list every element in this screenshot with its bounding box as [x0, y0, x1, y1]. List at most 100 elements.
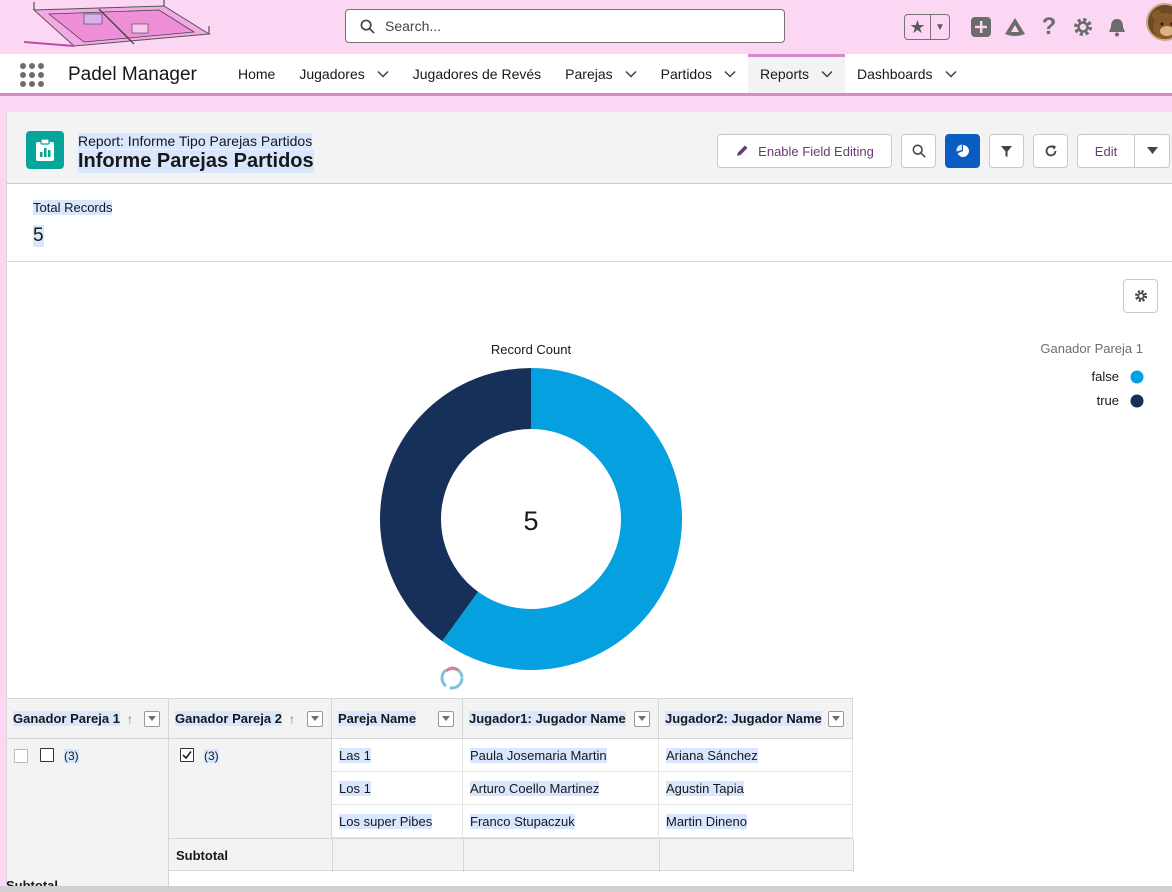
report-card: Report: Informe Tipo Parejas Partidos In… — [6, 112, 1172, 892]
chevron-down-icon[interactable]: ▼ — [931, 15, 949, 39]
cell-jugador1: Franco Stupaczuk — [463, 805, 659, 838]
column-header-jugador2[interactable]: Jugador2: Jugador Name — [659, 699, 853, 738]
nav-item-partidos[interactable]: Partidos — [649, 54, 748, 93]
refresh-button[interactable] — [1033, 134, 1068, 168]
report-totals: Total Records 5 — [7, 185, 1172, 262]
legend-swatch-true[interactable] — [1130, 394, 1144, 408]
table-header: Ganador Pareja 1 ↑ Ganador Pareja 2 ↑ Pare… — [7, 698, 853, 739]
nav-item-jugadores[interactable]: Jugadores — [287, 54, 400, 93]
help-icon[interactable]: ? — [1036, 13, 1062, 40]
search-report-button[interactable] — [901, 134, 936, 168]
nav-item-label: Jugadores — [299, 65, 365, 82]
donut-slice-true[interactable] — [380, 368, 531, 642]
column-header-jugador1[interactable]: Jugador1: Jugador Name — [463, 699, 659, 738]
subtotal-label: Subtotal — [176, 848, 228, 863]
app-launcher-icon[interactable] — [20, 63, 46, 87]
cell-jugador2: Agustin Tapia — [659, 772, 853, 805]
pencil-icon — [737, 145, 748, 156]
nav-item-label: Parejas — [565, 65, 613, 82]
total-records-value: 5 — [33, 225, 44, 247]
favorites-button-group[interactable]: ★ ▼ — [904, 14, 950, 40]
chevron-down-icon[interactable] — [377, 68, 389, 80]
column-menu-icon[interactable] — [144, 711, 160, 727]
nav-item-parejas[interactable]: Parejas — [553, 54, 648, 93]
legend-swatch-false[interactable] — [1130, 370, 1144, 384]
filter-button[interactable] — [989, 134, 1024, 168]
column-header-label: Ganador Pareja 2 — [175, 711, 282, 726]
toggle-chart-button[interactable] — [945, 134, 980, 168]
report-table: Ganador Pareja 1 ↑ Ganador Pareja 2 ↑ Pare… — [7, 698, 854, 889]
table-row: Los super Pibes Franco Stupaczuk Martin … — [332, 805, 853, 838]
nav-item-label: Jugadores de Revés — [412, 65, 542, 82]
horizontal-scrollbar[interactable] — [0, 886, 1172, 892]
legend-label-false: false — [1092, 369, 1119, 384]
group-count: (3) — [64, 749, 79, 763]
filter-icon — [1001, 145, 1012, 157]
row-select-checkbox[interactable] — [14, 749, 28, 763]
legend-title: Ganador Pareja 1 — [1040, 341, 1143, 356]
column-header-ganador-pareja-1[interactable]: Ganador Pareja 1 ↑ — [7, 699, 169, 738]
nav-item-reports[interactable]: Reports — [748, 54, 846, 93]
edit-button-label: Edit — [1094, 143, 1118, 159]
global-search-input[interactable]: Search... — [345, 9, 785, 43]
sort-ascending-icon[interactable]: ↑ — [127, 712, 133, 726]
column-header-label: Pareja Name — [338, 711, 417, 726]
nav-item-label: Dashboards — [857, 65, 933, 82]
cell-jugador1: Paula Josemaria Martin — [463, 739, 659, 772]
nav-item-label: Reports — [760, 65, 810, 82]
bell-icon[interactable] — [1104, 14, 1130, 40]
column-header-label: Ganador Pareja 1 — [13, 711, 120, 726]
chart-legend: false true — [1092, 369, 1144, 408]
search-placeholder: Search... — [385, 18, 442, 34]
legend-label-true: true — [1097, 393, 1119, 408]
table-body: (3) (3) Las 1 Paula Josemaria Martin Ari… — [7, 739, 854, 889]
star-icon[interactable]: ★ — [905, 15, 931, 39]
cell-pareja-name: Los super Pibes — [332, 805, 463, 838]
chart-title: Record Count — [491, 342, 572, 357]
subtotal-row: Subtotal — [169, 838, 854, 872]
report-page-header: Report: Informe Tipo Parejas Partidos In… — [7, 112, 1172, 184]
enable-field-editing-button[interactable]: Enable Field Editing — [717, 134, 892, 168]
nav-item-label: Partidos — [660, 65, 712, 82]
edit-button[interactable]: Edit — [1077, 134, 1135, 168]
report-chart: Record Count 5 Ganador Pareja 1 false tru… — [7, 263, 1172, 699]
plus-icon[interactable] — [968, 14, 994, 40]
edit-menu-button[interactable] — [1134, 134, 1170, 168]
nav-item-home[interactable]: Home — [226, 54, 287, 93]
cell-pareja-name: Los 1 — [332, 772, 463, 805]
column-header-label: Jugador2: Jugador Name — [665, 711, 822, 726]
loading-spinner-icon — [440, 666, 464, 690]
sort-ascending-icon[interactable]: ↑ — [289, 712, 295, 726]
cell-jugador2: Martin Dineno — [659, 805, 853, 838]
chevron-down-icon[interactable] — [724, 68, 736, 80]
column-header-label: Jugador1: Jugador Name — [469, 711, 626, 726]
donut-chart: Record Count 5 Ganador Pareja 1 false tru… — [380, 341, 1144, 670]
trailhead-icon[interactable] — [1002, 14, 1028, 40]
checkbox-unchecked-icon — [40, 748, 54, 762]
checkbox-checked-icon — [180, 748, 194, 762]
nav-item-jugadores-de-reves[interactable]: Jugadores de Revés — [401, 54, 553, 93]
report-title: Informe Parejas Partidos — [78, 150, 314, 173]
chevron-down-icon[interactable] — [945, 68, 957, 80]
enable-field-editing-label: Enable Field Editing — [758, 143, 874, 159]
nav-item-label: Home — [238, 65, 276, 82]
report-type-label: Report: Informe Tipo Parejas Partidos — [78, 133, 313, 149]
column-menu-icon[interactable] — [438, 711, 454, 727]
column-header-ganador-pareja-2[interactable]: Ganador Pareja 2 ↑ — [169, 699, 332, 738]
chevron-down-icon[interactable] — [625, 68, 637, 80]
chart-center-total: 5 — [523, 506, 538, 536]
refresh-icon — [1045, 145, 1056, 157]
nav-item-dashboards[interactable]: Dashboards — [845, 54, 969, 93]
user-avatar[interactable] — [1146, 3, 1172, 41]
gear-icon[interactable] — [1070, 14, 1096, 40]
column-header-pareja-name[interactable]: Pareja Name — [332, 699, 463, 738]
header-utility-icons: ★ ▼ ? — [904, 12, 1130, 42]
column-menu-icon[interactable] — [828, 711, 844, 727]
chevron-down-icon[interactable] — [821, 68, 833, 80]
cell-jugador1: Arturo Coello Martinez — [463, 772, 659, 805]
column-menu-icon[interactable] — [307, 711, 323, 727]
column-menu-icon[interactable] — [634, 711, 650, 727]
chevron-down-icon — [1146, 147, 1158, 154]
cell-jugador2: Ariana Sánchez — [659, 739, 853, 772]
report-icon — [26, 131, 64, 169]
